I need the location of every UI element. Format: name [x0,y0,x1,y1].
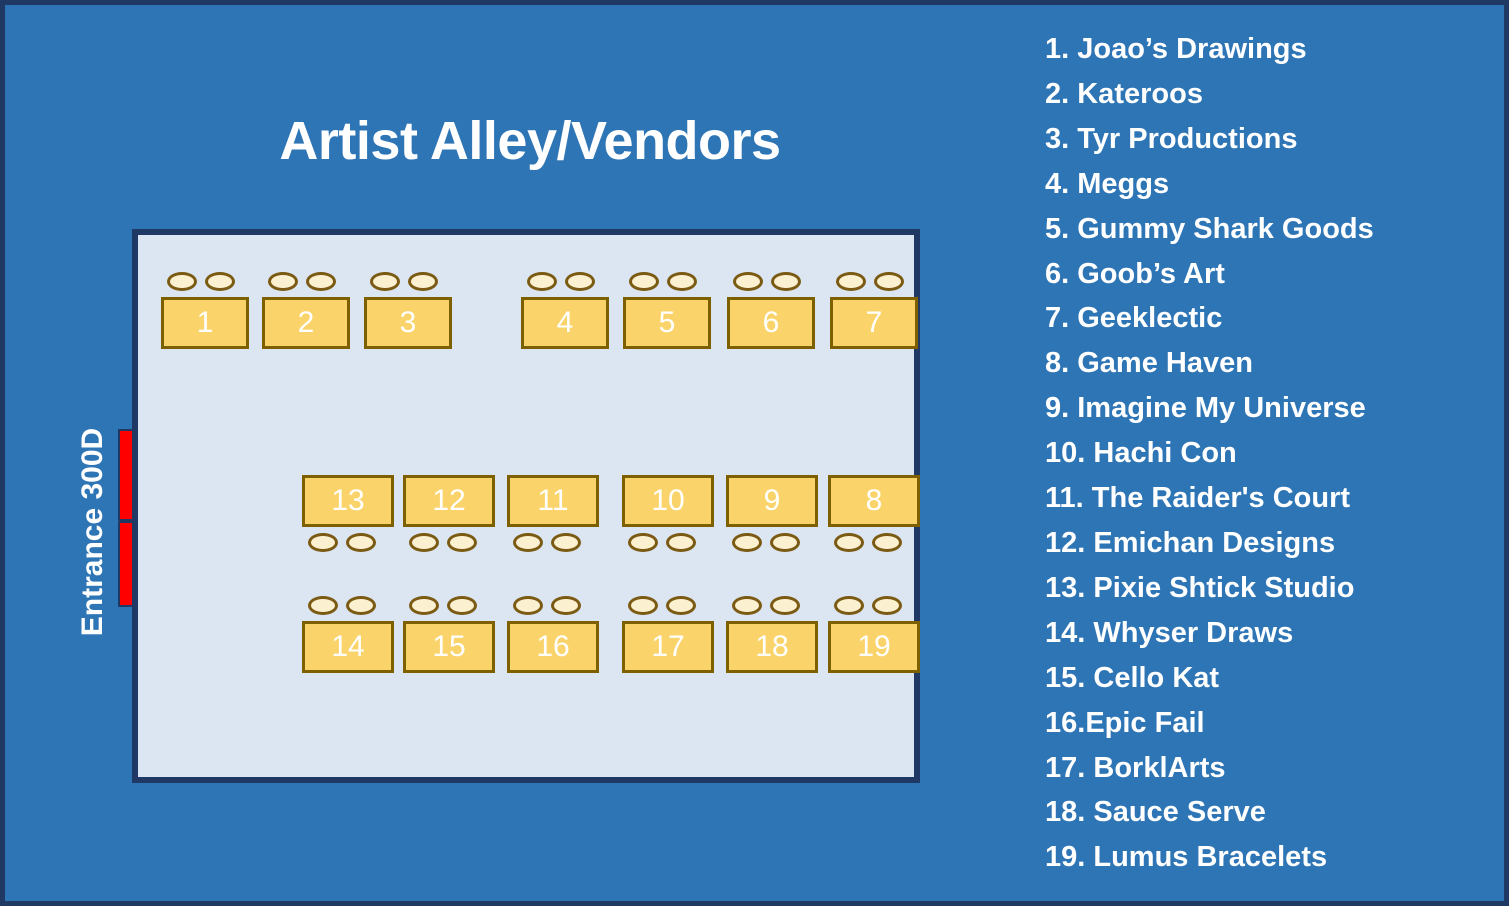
booth-table-10[interactable]: 10 [622,475,714,527]
vendor-list-item-11: 11. The Raider's Court [1045,482,1351,515]
booth-table-15[interactable]: 15 [403,621,495,673]
vendor-list-item-19: 19. Lumus Bracelets [1045,841,1328,874]
booth-table-18[interactable]: 18 [726,621,818,673]
chair-icon-booth-10-2 [666,533,696,552]
chair-icon-booth-9-1 [732,533,762,552]
booth-table-6[interactable]: 6 [727,297,815,349]
booth-table-3[interactable]: 3 [364,297,452,349]
chair-icon-booth-7-1 [836,272,866,291]
chair-icon-booth-19-2 [872,596,902,615]
chair-icon-booth-14-1 [308,596,338,615]
chair-icon-booth-12-2 [447,533,477,552]
chair-icon-booth-17-2 [666,596,696,615]
vendor-list-item-13: 13. Pixie Shtick Studio [1045,571,1355,604]
chair-icon-booth-8-1 [834,533,864,552]
chair-icon-booth-14-2 [346,596,376,615]
chair-icon-booth-11-1 [513,533,543,552]
chair-icon-booth-2-1 [268,272,298,291]
floor-plan-page: Artist Alley/Vendors Entrance 300D 12345… [0,0,1509,906]
vendor-list-item-9: 9. Imagine My Universe [1045,392,1366,425]
booth-table-8[interactable]: 8 [828,475,920,527]
chair-icon-booth-19-1 [834,596,864,615]
vendor-list-item-14: 14. Whyser Draws [1045,616,1294,649]
vendor-list-item-15: 15. Cello Kat [1045,661,1220,694]
chair-icon-booth-5-2 [667,272,697,291]
booth-table-2[interactable]: 2 [262,297,350,349]
vendor-list-item-16: 16.Epic Fail [1045,706,1205,739]
chair-icon-booth-13-1 [308,533,338,552]
booth-table-9[interactable]: 9 [726,475,818,527]
vendor-list-item-8: 8. Game Haven [1045,347,1253,380]
room-floor: 1 2 3 4 5 6 7 13 12 11 10 9 8 14 15 16 17 18 19 [138,235,920,777]
booth-table-14[interactable]: 14 [302,621,394,673]
chair-icon-booth-7-2 [874,272,904,291]
vendor-list-item-5: 5. Gummy Shark Goods [1045,212,1374,245]
vendor-list: 1. Joao’s Drawings 2. Kateroos 3. Tyr Prod… [1045,27,1505,880]
booth-table-19[interactable]: 19 [828,621,920,673]
booth-table-5[interactable]: 5 [623,297,711,349]
booth-table-16[interactable]: 16 [507,621,599,673]
exhibit-hall-room: 1 2 3 4 5 6 7 13 12 11 10 9 8 14 15 16 17 18 19 [132,229,920,783]
chair-icon-booth-9-2 [770,533,800,552]
vendor-list-item-3: 3. Tyr Productions [1045,122,1298,155]
chair-icon-booth-8-2 [872,533,902,552]
chair-icon-booth-15-1 [409,596,439,615]
chair-icon-booth-16-1 [513,596,543,615]
chair-icon-booth-2-2 [306,272,336,291]
booth-table-17[interactable]: 17 [622,621,714,673]
booth-table-12[interactable]: 12 [403,475,495,527]
booth-table-11[interactable]: 11 [507,475,599,527]
vendor-list-item-10: 10. Hachi Con [1045,437,1237,470]
chair-icon-booth-15-2 [447,596,477,615]
vendor-list-item-6: 6. Goob’s Art [1045,257,1225,290]
chair-icon-booth-13-2 [346,533,376,552]
chair-icon-booth-4-2 [565,272,595,291]
vendor-list-item-4: 4. Meggs [1045,167,1170,200]
chair-icon-booth-11-2 [551,533,581,552]
chair-icon-booth-18-1 [732,596,762,615]
booth-table-1[interactable]: 1 [161,297,249,349]
chair-icon-booth-3-1 [370,272,400,291]
chair-icon-booth-5-1 [629,272,659,291]
vendor-list-item-1: 1. Joao’s Drawings [1045,33,1307,65]
chair-icon-booth-10-1 [628,533,658,552]
chair-icon-booth-3-2 [408,272,438,291]
chair-icon-booth-6-1 [733,272,763,291]
chair-icon-booth-4-1 [527,272,557,291]
booth-table-4[interactable]: 4 [521,297,609,349]
chair-icon-booth-16-2 [551,596,581,615]
vendor-list-item-2: 2. Kateroos [1045,77,1203,110]
chair-icon-booth-1-1 [167,272,197,291]
entrance-label: Entrance 300D [76,427,109,637]
booth-table-7[interactable]: 7 [830,297,918,349]
page-title: Artist Alley/Vendors [279,111,781,171]
vendor-list-item-18: 18. Sauce Serve [1045,796,1266,829]
chair-icon-booth-18-2 [770,596,800,615]
booth-table-13[interactable]: 13 [302,475,394,527]
chair-icon-booth-17-1 [628,596,658,615]
vendor-list-item-17: 17. BorklArts [1045,751,1226,784]
chair-icon-booth-12-1 [409,533,439,552]
chair-icon-booth-6-2 [771,272,801,291]
chair-icon-booth-1-2 [205,272,235,291]
vendor-list-item-7: 7. Geeklectic [1045,302,1223,335]
vendor-list-item-12: 12. Emichan Designs [1045,526,1336,559]
